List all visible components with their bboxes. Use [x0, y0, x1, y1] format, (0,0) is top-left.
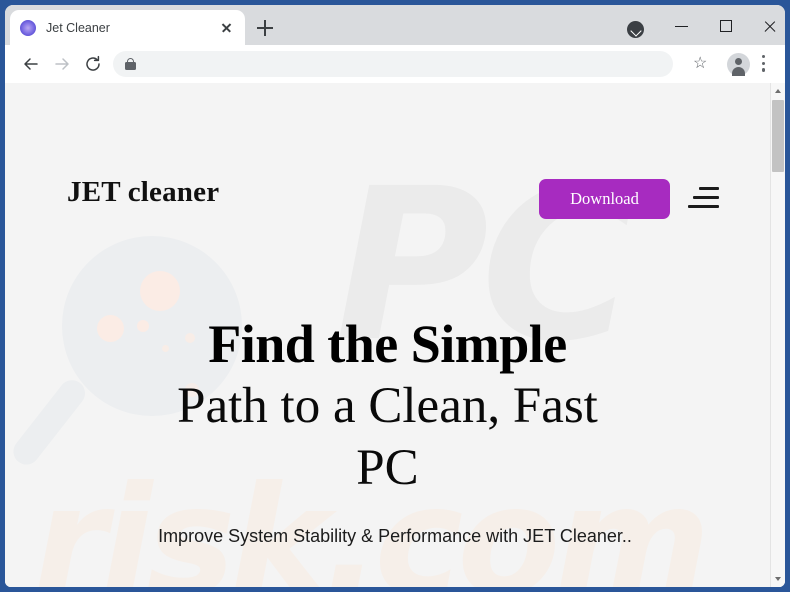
back-arrow-icon[interactable]: [21, 54, 41, 74]
star-icon[interactable]: ☆: [693, 56, 707, 72]
scroll-up-arrow-icon[interactable]: [771, 84, 785, 98]
bubble-graphic: [140, 271, 180, 311]
lock-icon: [125, 58, 136, 70]
download-button[interactable]: Download: [539, 179, 670, 219]
web-page: PC risk.com JET cleaner Download Find th…: [5, 83, 770, 587]
profile-avatar-icon[interactable]: [727, 53, 750, 76]
window-inner: Jet Cleaner ☆ PC risk.com JET cleaner Do…: [5, 5, 785, 587]
window-close-icon[interactable]: [748, 10, 785, 42]
hamburger-menu-icon[interactable]: [687, 181, 721, 215]
scroll-down-arrow-icon[interactable]: [771, 572, 785, 586]
address-bar[interactable]: [113, 51, 673, 77]
hero-heading: Find the Simple Path to a Clean, Fast PC: [80, 313, 695, 499]
forward-arrow-icon: [52, 54, 72, 74]
page-scrollbar[interactable]: [770, 83, 785, 587]
browser-window: Jet Cleaner ☆ PC risk.com JET cleaner Do…: [0, 0, 790, 592]
maximize-icon[interactable]: [704, 10, 748, 42]
page-viewport: PC risk.com JET cleaner Download Find th…: [5, 83, 785, 587]
scrollbar-thumb[interactable]: [772, 100, 784, 172]
jet-cleaner-favicon: [20, 19, 36, 36]
kebab-menu-icon[interactable]: [762, 55, 766, 73]
hero-line-1: Find the Simple: [208, 314, 567, 374]
tab-strip: Jet Cleaner: [5, 5, 785, 45]
magnifier-handle-graphic: [8, 374, 91, 470]
minimize-icon[interactable]: [660, 10, 704, 42]
site-logo[interactable]: JET cleaner: [67, 176, 219, 209]
hero-line-2: Path to a Clean, Fast: [177, 378, 598, 434]
tab-title: Jet Cleaner: [46, 20, 110, 35]
chevron-down-circle-icon[interactable]: [627, 21, 644, 38]
browser-tab[interactable]: Jet Cleaner: [10, 10, 245, 45]
browser-toolbar: ☆: [5, 45, 785, 83]
hero-line-3: PC: [356, 440, 419, 496]
new-tab-button[interactable]: [253, 16, 277, 40]
hero-subtitle: Improve System Stability & Performance w…: [158, 526, 632, 546]
close-icon[interactable]: [217, 19, 235, 37]
reload-icon[interactable]: [83, 54, 103, 74]
